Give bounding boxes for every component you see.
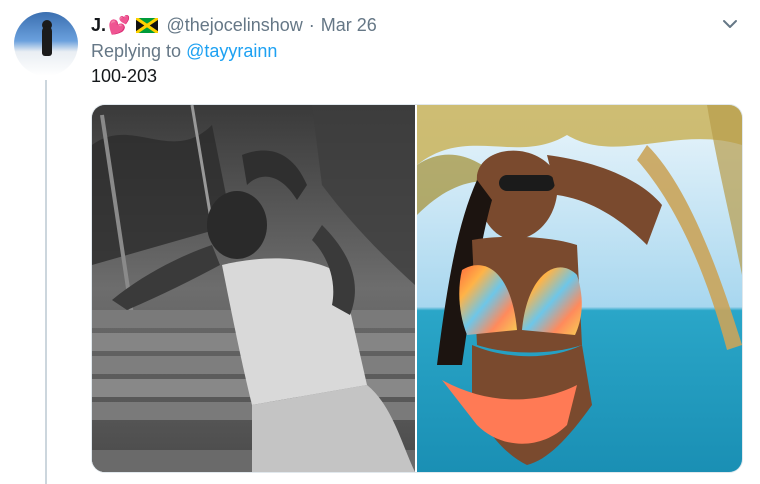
replying-prefix: Replying to	[91, 41, 182, 61]
chevron-down-icon[interactable]	[720, 14, 740, 34]
display-name[interactable]: J.	[91, 15, 106, 36]
tweet-text: 100-203	[91, 66, 158, 86]
photo-left[interactable]	[92, 105, 415, 472]
tweet-date[interactable]: Mar 26	[321, 15, 377, 36]
separator-dot: ·	[308, 14, 315, 35]
user-handle[interactable]: @thejocelinshow	[166, 15, 302, 36]
jamaica-flag-icon	[136, 17, 159, 33]
hearts-emoji: 💕	[108, 14, 131, 35]
avatar[interactable]	[14, 12, 78, 76]
mention-link[interactable]: @tayyrainn	[186, 41, 277, 61]
replying-to-line: Replying to @tayyrainn	[91, 41, 277, 62]
photo-right[interactable]	[417, 105, 742, 472]
media-grid	[91, 104, 743, 473]
thread-line	[45, 80, 47, 484]
tweet-header: J. 💕 @thejocelinshow · Mar 26	[91, 13, 377, 37]
